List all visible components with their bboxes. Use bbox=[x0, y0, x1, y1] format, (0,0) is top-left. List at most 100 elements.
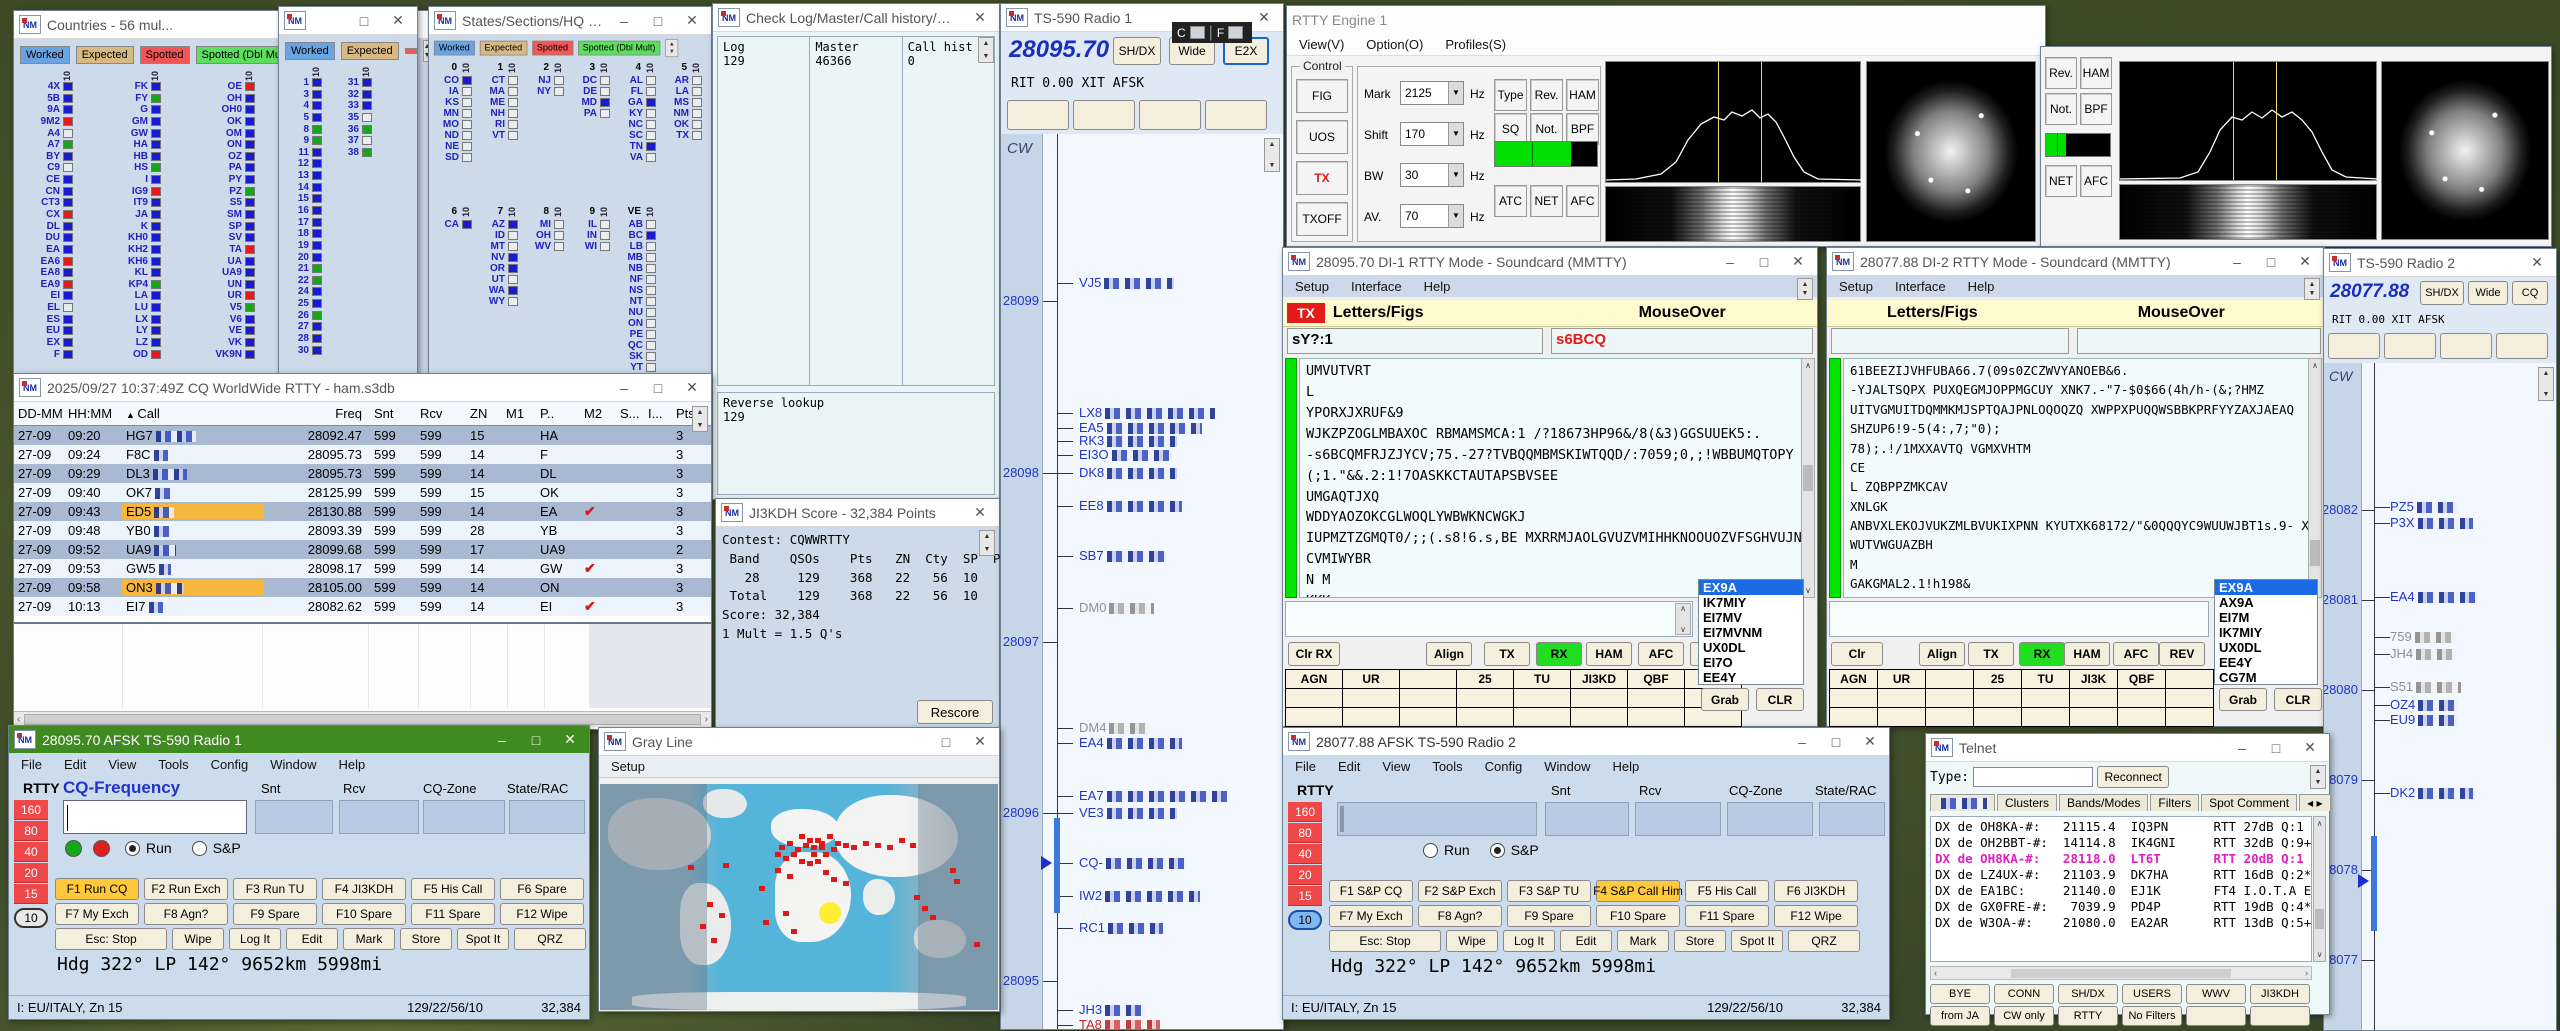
entry2-snt-input[interactable] bbox=[1545, 802, 1629, 836]
mult-status-box[interactable] bbox=[646, 220, 656, 229]
engine1-type-button[interactable]: Type bbox=[1494, 79, 1527, 111]
mmtty2-macro-cell[interactable] bbox=[1973, 688, 2022, 708]
mult-status-box[interactable] bbox=[462, 153, 472, 162]
mult-status-box[interactable] bbox=[151, 175, 161, 185]
mmtty1-afc-button[interactable]: AFC bbox=[1638, 642, 1684, 666]
mult-status-box[interactable] bbox=[554, 220, 564, 229]
scroll-down-icon[interactable]: ▼ bbox=[2315, 779, 2322, 786]
close-icon[interactable]: ✕ bbox=[678, 12, 706, 29]
minimize-icon[interactable]: – bbox=[488, 732, 516, 748]
mult-item[interactable]: OH bbox=[206, 92, 255, 104]
decoded-callsign-item[interactable]: AX9A bbox=[2215, 595, 2317, 610]
bandmap-spot[interactable]: OZ4 bbox=[2390, 697, 2459, 712]
checklog-callhist-pane[interactable]: Call hist 0 bbox=[903, 37, 994, 385]
menu-item-viewv[interactable]: View(V) bbox=[1299, 37, 1344, 52]
mult-status-box[interactable] bbox=[692, 87, 702, 96]
mult-item[interactable]: CN bbox=[26, 185, 73, 197]
fkey-button-f3-run-tu[interactable]: F3 Run TU bbox=[233, 878, 317, 900]
cq-button[interactable]: CQ bbox=[2512, 281, 2548, 305]
fkey-button-f1-s-p-cq[interactable]: F1 S&P CQ bbox=[1329, 880, 1413, 902]
mmtty2-macro-cell[interactable] bbox=[2021, 688, 2070, 708]
mult-status-box[interactable] bbox=[151, 244, 161, 254]
mult-status-box[interactable] bbox=[646, 109, 656, 118]
mult-item[interactable]: SC bbox=[619, 130, 656, 141]
mult-item[interactable]: MN bbox=[435, 108, 472, 119]
mmtty1-tx-indicator[interactable]: TX bbox=[1287, 303, 1325, 323]
mult-item[interactable]: OR bbox=[481, 263, 518, 274]
mult-item[interactable]: MA bbox=[481, 86, 518, 97]
bandmap-spot[interactable]: 759 bbox=[2390, 629, 2455, 644]
states-titlebar[interactable]: NM States/Sections/HQ -... – □ ✕ bbox=[429, 7, 711, 35]
decoded-callsign-item[interactable]: CG7M bbox=[2215, 670, 2317, 685]
menu-item-optiono[interactable]: Option(O) bbox=[1366, 37, 1423, 52]
scroll-left-icon[interactable]: ‹ bbox=[17, 714, 20, 725]
log-col-header-p[interactable]: P.. bbox=[536, 406, 580, 421]
mult-status-box[interactable] bbox=[63, 163, 73, 173]
mult-item[interactable]: MB bbox=[619, 252, 656, 263]
menu-item-view[interactable]: View bbox=[108, 757, 136, 772]
log-col-header-freq[interactable]: Freq bbox=[264, 406, 370, 421]
dx-spot-row[interactable]: DX de OH8KA-#: 28118.0 LT6T RTT 20dB Q:1… bbox=[1935, 851, 2307, 867]
bandmap1-map[interactable]: CW ▲▼ 280992809828097280962809528094VJ5L… bbox=[1001, 134, 1283, 1029]
log-qso-row[interactable]: 27-09 09:43 ED5 28130.88 599 599 14 EA ✔ 3 bbox=[14, 502, 711, 521]
mmtty2-ham-button[interactable]: HAM bbox=[2064, 642, 2110, 666]
rescore-button[interactable]: Rescore bbox=[917, 700, 993, 724]
band-160-button[interactable]: 160 bbox=[14, 800, 48, 820]
fkey-button-f6-ji3kdh[interactable]: F6 JI3KDH bbox=[1774, 880, 1858, 902]
fkey-button-f10-spare[interactable]: F10 Spare bbox=[1596, 905, 1680, 927]
mult-item[interactable]: CX bbox=[26, 209, 73, 221]
dropdown-arrow-icon[interactable]: ▼ bbox=[1448, 205, 1463, 227]
mult-item[interactable]: 17 bbox=[287, 216, 322, 228]
mult-item[interactable]: BC bbox=[619, 230, 656, 241]
mult-item[interactable]: PA bbox=[206, 162, 255, 174]
bandmap1-scroll-spinner[interactable]: ▲ ▼ bbox=[1264, 138, 1280, 172]
telnet-spot-list[interactable]: DX de OH8KA-#: 21115.4 IQ3PN RTT 27dB Q:… bbox=[1930, 816, 2312, 962]
scroll-down-icon[interactable]: ∨ bbox=[2317, 950, 2323, 959]
scroll-up-icon[interactable]: ∧ bbox=[2317, 819, 2323, 828]
telnet-button-bye[interactable]: BYE bbox=[1930, 984, 1990, 1004]
bandmap-spot[interactable]: LX8 bbox=[1079, 405, 1216, 420]
mult-status-box[interactable] bbox=[554, 242, 564, 251]
close-icon[interactable]: ✕ bbox=[678, 379, 706, 396]
param-dropdown-bw[interactable]: 30 ▼ bbox=[1400, 163, 1464, 187]
bandmap-spot[interactable]: EU9 bbox=[2390, 712, 2459, 727]
mult-item[interactable]: A4 bbox=[26, 127, 73, 139]
mult-item[interactable]: 11 bbox=[287, 146, 322, 158]
mult-status-box[interactable] bbox=[63, 303, 73, 313]
mult-item[interactable]: IL bbox=[573, 219, 610, 230]
bandmap-spot[interactable]: VE3 bbox=[1079, 805, 1177, 820]
bandmap-spot[interactable]: IW2 bbox=[1079, 888, 1201, 903]
action-button-wipe[interactable]: Wipe bbox=[172, 928, 224, 950]
mult-status-box[interactable] bbox=[151, 279, 161, 289]
mult-status-box[interactable] bbox=[646, 242, 656, 251]
scroll-up-icon[interactable]: ▲ bbox=[697, 409, 704, 416]
fkey-button-f9-spare[interactable]: F9 Spare bbox=[1507, 905, 1591, 927]
mult-status-box[interactable] bbox=[600, 109, 610, 118]
band-160-button[interactable]: 160 bbox=[1288, 802, 1322, 822]
engine1-rev-button[interactable]: Rev. bbox=[1530, 79, 1563, 111]
mmtty2-macro-cell[interactable] bbox=[1973, 707, 2022, 727]
mmtty2-rx-button[interactable]: RX bbox=[2019, 642, 2065, 666]
mult-item[interactable]: SM bbox=[206, 209, 255, 221]
tab-clusters[interactable]: Clusters bbox=[1997, 794, 2058, 811]
scroll-down-icon[interactable]: ∨ bbox=[1680, 625, 1686, 634]
menu-item-help[interactable]: Help bbox=[1613, 759, 1640, 774]
telnet-button-conn[interactable]: CONN bbox=[1994, 984, 2054, 1004]
mmtty1-macro-cell[interactable] bbox=[1570, 688, 1628, 708]
mult-status-box[interactable] bbox=[63, 279, 73, 289]
entry2-callsign-input[interactable] bbox=[1337, 802, 1537, 836]
mult-item[interactable]: KH2 bbox=[114, 244, 161, 256]
mult-item[interactable]: BY bbox=[26, 150, 73, 162]
decoded-callsign-item[interactable]: EI7MV bbox=[1699, 610, 1803, 625]
mult-item[interactable]: NT bbox=[619, 296, 656, 307]
telnet-button-wwv[interactable]: WWV bbox=[2186, 984, 2246, 1004]
scroll-down-icon[interactable]: ▼ bbox=[2543, 391, 2550, 398]
mmtty2-macro-cell[interactable] bbox=[1877, 688, 1926, 708]
mult-item[interactable]: OM bbox=[206, 127, 255, 139]
score-titlebar[interactable]: NM JI3KDH Score - 32,384 Points ✕ bbox=[716, 499, 999, 527]
run-radio[interactable] bbox=[1423, 842, 1438, 858]
mult-status-box[interactable] bbox=[63, 116, 73, 126]
mult-item[interactable]: NM bbox=[665, 108, 702, 119]
action-button-mark[interactable]: Mark bbox=[1617, 930, 1669, 952]
mult-status-box[interactable] bbox=[245, 244, 255, 254]
